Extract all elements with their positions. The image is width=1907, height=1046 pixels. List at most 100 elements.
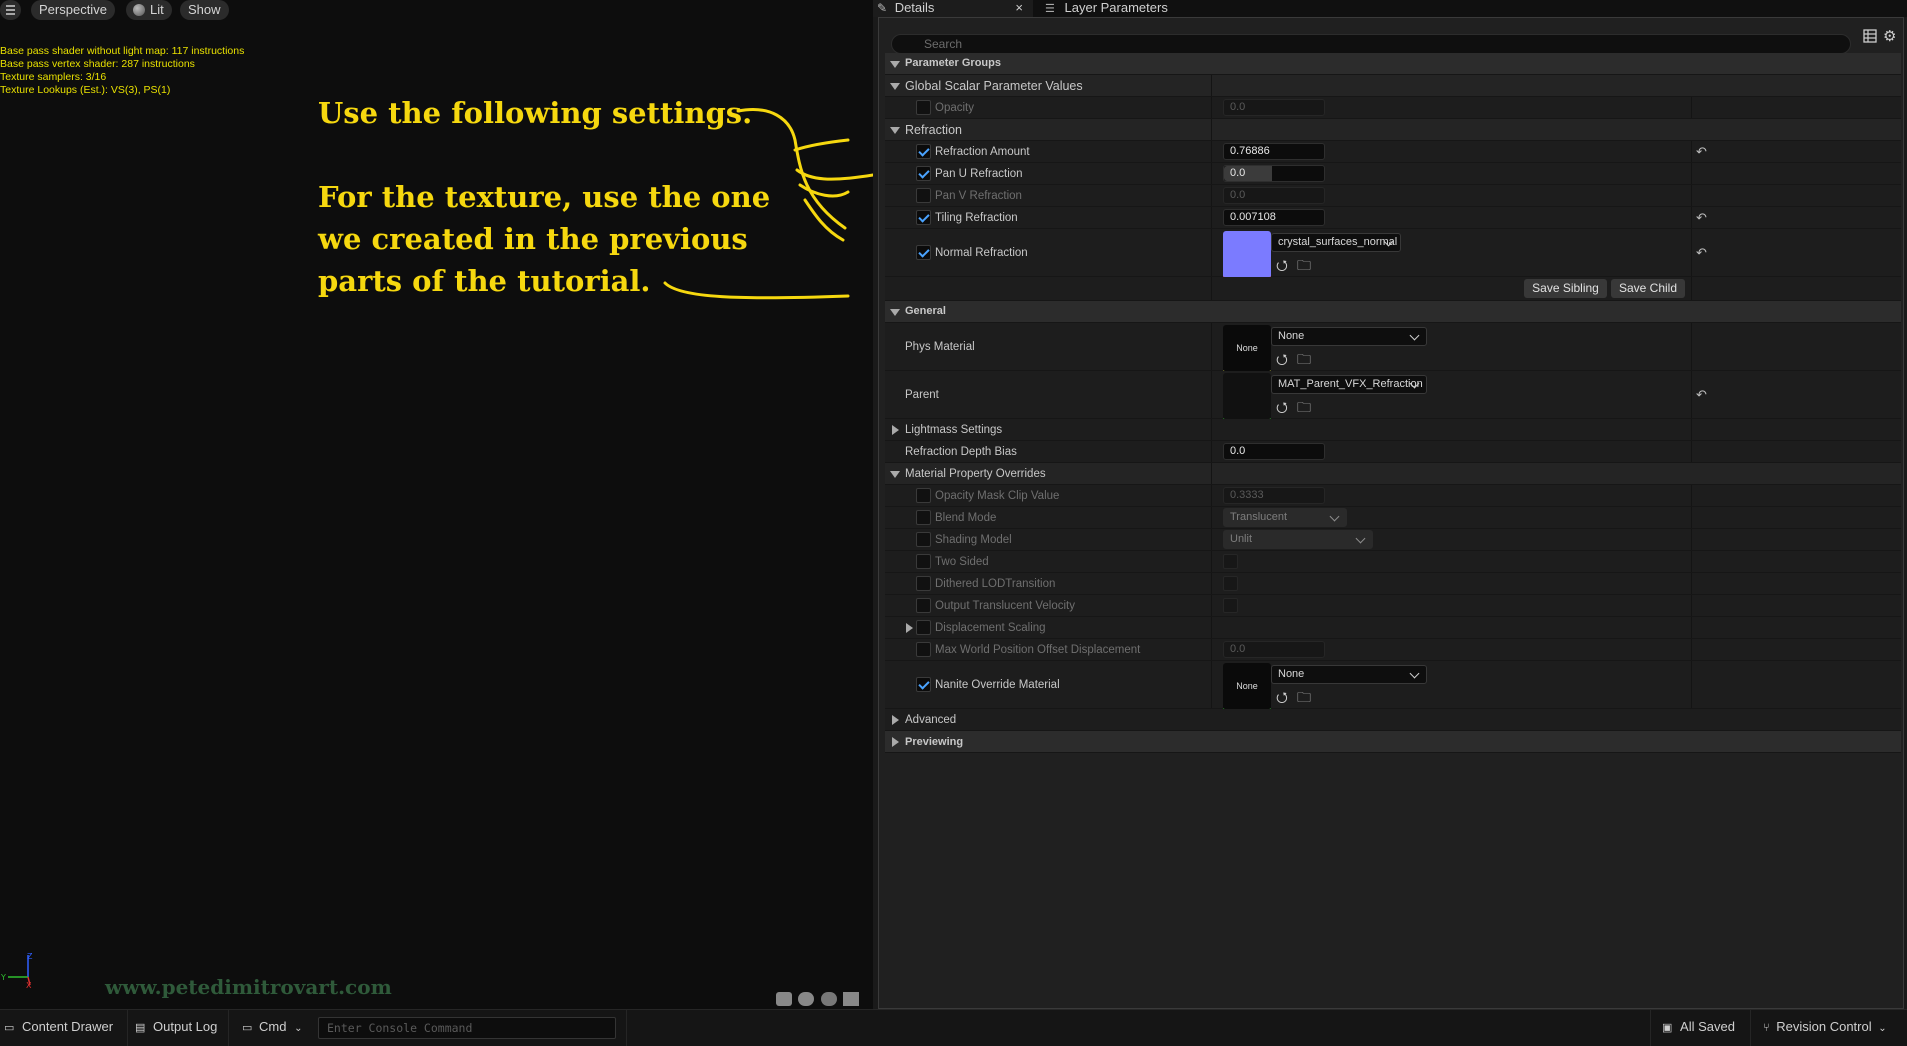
phys-material-combo[interactable]: None [1271, 327, 1427, 346]
two-sided-value-checkbox[interactable] [1223, 554, 1238, 569]
expand-arrow-icon[interactable] [890, 309, 900, 316]
tab-bar: ✎ Details × ☰ Layer Parameters [873, 0, 1907, 17]
expand-arrow-icon[interactable] [890, 127, 900, 134]
browse-folder-icon[interactable]: 🗀 [1297, 349, 1311, 373]
dithered-value-checkbox[interactable] [1223, 576, 1238, 591]
phys-material-thumbnail[interactable]: None [1223, 325, 1271, 373]
override-checkbox[interactable] [916, 598, 931, 613]
expand-arrow-icon[interactable] [892, 737, 899, 747]
pan-v-checkbox[interactable] [916, 188, 931, 203]
override-checkbox[interactable] [916, 642, 931, 657]
revision-control-button[interactable]: ⑂ Revision Control ⌄ [1763, 1019, 1887, 1034]
output-velocity-value-checkbox[interactable] [1223, 598, 1238, 613]
property-row-phys-material: Phys Material None None ⭯ 🗀 [885, 323, 1901, 373]
reset-to-default-icon[interactable]: ↶ [1696, 210, 1707, 226]
cube-icon[interactable] [843, 992, 860, 1006]
override-checkbox[interactable] [916, 532, 931, 547]
normal-texture-thumbnail[interactable] [1223, 231, 1271, 279]
opacity-mask-field[interactable]: 0.3333 [1223, 487, 1325, 504]
blend-mode-dropdown[interactable]: Translucent [1223, 508, 1347, 527]
chevron-down-icon: ⌄ [294, 1023, 303, 1034]
reset-to-default-icon[interactable]: ↶ [1696, 245, 1707, 261]
browse-folder-icon[interactable]: 🗀 [1297, 687, 1311, 711]
normal-refraction-checkbox[interactable] [916, 245, 931, 260]
tab-details[interactable]: ✎ Details × [873, 0, 1033, 17]
param-row-normal-refraction: Normal Refraction crystal_surfaces_norma… [885, 229, 1901, 279]
reset-to-default-icon[interactable]: ↶ [1696, 387, 1707, 403]
parent-material-thumbnail[interactable] [1223, 373, 1271, 421]
override-label: Output Translucent Velocity [935, 600, 1075, 612]
property-label: Refraction Depth Bias [905, 446, 1017, 458]
expand-arrow-icon[interactable] [892, 715, 899, 725]
category-title: Previewing [905, 736, 964, 748]
expand-arrow-icon[interactable] [890, 471, 900, 478]
settings-gear-icon[interactable]: ⚙ [1883, 27, 1896, 45]
tiling-checkbox[interactable] [916, 210, 931, 225]
all-saved-button[interactable]: ▣ All Saved [1662, 1019, 1735, 1034]
use-selected-icon[interactable]: ⭯ [1276, 397, 1288, 421]
override-checkbox[interactable] [916, 620, 931, 635]
expand-arrow-icon[interactable] [906, 623, 913, 633]
tab-details-label: Details [894, 0, 935, 15]
z-axis-label: Z [27, 952, 33, 961]
search-input[interactable]: Search [891, 34, 1851, 54]
expand-arrow-icon[interactable] [890, 61, 900, 68]
category-advanced[interactable]: Advanced [885, 709, 1901, 731]
material-viewport[interactable]: Perspective Lit Show Base pass shader wi… [0, 0, 873, 1009]
reset-to-default-icon[interactable]: ↶ [1696, 144, 1707, 160]
cylinder-icon[interactable] [776, 992, 792, 1006]
browse-folder-icon[interactable]: 🗀 [1297, 255, 1311, 279]
nanite-override-checkbox[interactable] [916, 677, 931, 692]
output-log-button[interactable]: ▤ Output Log [135, 1019, 217, 1034]
use-selected-icon[interactable]: ⭯ [1276, 255, 1288, 279]
override-row-opacity-mask: Opacity Mask Clip Value 0.3333 [885, 485, 1901, 507]
pan-u-checkbox[interactable] [916, 166, 931, 181]
override-checkbox[interactable] [916, 510, 931, 525]
shading-model-dropdown[interactable]: Unlit [1223, 530, 1373, 549]
content-drawer-button[interactable]: ▭ Content Drawer [4, 1019, 113, 1034]
expand-arrow-icon[interactable] [890, 83, 900, 90]
override-checkbox[interactable] [916, 488, 931, 503]
use-selected-icon[interactable]: ⭯ [1276, 349, 1288, 373]
normal-texture-combo[interactable]: crystal_surfaces_normal [1271, 233, 1401, 252]
browse-folder-icon[interactable]: 🗀 [1297, 397, 1311, 421]
refraction-amount-field[interactable]: 0.76886 [1223, 143, 1325, 160]
category-parameter-groups[interactable]: Parameter Groups [885, 53, 1901, 75]
opacity-value-field[interactable]: 0.0 [1223, 99, 1325, 116]
status-bar: ▭ Content Drawer ▤ Output Log ▭ Cmd ⌄ En… [0, 1009, 1907, 1046]
override-label: Two Sided [935, 556, 989, 568]
group-lightmass-settings[interactable]: Lightmass Settings [885, 419, 1901, 441]
save-sibling-button[interactable]: Save Sibling [1524, 279, 1607, 298]
table-view-icon[interactable] [1863, 29, 1877, 43]
parent-material-combo[interactable]: MAT_Parent_VFX_Refraction [1271, 375, 1427, 394]
save-child-button[interactable]: Save Child [1611, 279, 1685, 298]
max-wpo-field[interactable]: 0.0 [1223, 641, 1325, 658]
cmd-dropdown[interactable]: ▭ Cmd ⌄ [242, 1019, 303, 1034]
nanite-material-combo[interactable]: None [1271, 665, 1427, 684]
tab-layer-parameters[interactable]: ☰ Layer Parameters [1041, 0, 1168, 17]
override-checkbox[interactable] [916, 576, 931, 591]
group-refraction[interactable]: Refraction [885, 119, 1901, 141]
category-previewing[interactable]: Previewing [885, 731, 1901, 753]
depth-bias-field[interactable]: 0.0 [1223, 443, 1325, 460]
axis-gizmo: Z Y X [0, 952, 33, 990]
override-checkbox[interactable] [916, 554, 931, 569]
sphere-icon[interactable] [798, 992, 815, 1006]
refraction-amount-checkbox[interactable] [916, 144, 931, 159]
group-global-scalar[interactable]: Global Scalar Parameter Values [885, 75, 1901, 97]
pan-v-field[interactable]: 0.0 [1223, 187, 1325, 204]
chevron-down-icon: ⌄ [1878, 1023, 1887, 1034]
pan-u-slider-field[interactable]: 0.0 [1223, 165, 1325, 182]
property-label: Parent [905, 389, 939, 401]
group-material-property-overrides[interactable]: Material Property Overrides [885, 463, 1901, 485]
close-icon[interactable]: × [1015, 0, 1023, 15]
plane-icon[interactable] [820, 992, 837, 1006]
category-general[interactable]: General [885, 301, 1901, 323]
nanite-material-thumbnail[interactable]: None [1223, 663, 1271, 711]
expand-arrow-icon[interactable] [892, 425, 899, 435]
opacity-checkbox[interactable] [916, 100, 931, 115]
tiling-field[interactable]: 0.007108 [1223, 209, 1325, 226]
property-label: Phys Material [905, 341, 975, 353]
console-command-input[interactable]: Enter Console Command [318, 1017, 616, 1039]
use-selected-icon[interactable]: ⭯ [1276, 687, 1288, 711]
